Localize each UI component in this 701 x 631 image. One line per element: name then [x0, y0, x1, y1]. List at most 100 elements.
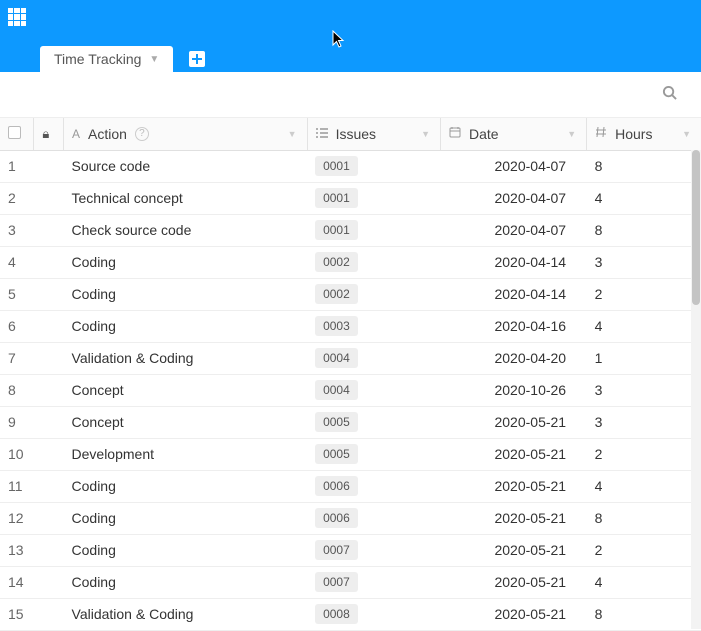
- table-row[interactable]: 8Concept00042020-10-263: [0, 374, 701, 406]
- tab-time-tracking[interactable]: Time Tracking ▼: [40, 46, 173, 72]
- cell-hours[interactable]: 8: [587, 598, 701, 630]
- issue-pill[interactable]: 0008: [315, 604, 358, 625]
- scrollbar-thumb[interactable]: [692, 150, 700, 305]
- header-action[interactable]: A Action ? ▼: [64, 118, 308, 150]
- cell-issues[interactable]: 0005: [307, 406, 440, 438]
- checkbox-icon[interactable]: [8, 126, 21, 139]
- issue-pill[interactable]: 0006: [315, 508, 358, 529]
- table-row[interactable]: 15Validation & Coding00082020-05-218: [0, 598, 701, 630]
- cell-date[interactable]: 2020-04-14: [440, 246, 586, 278]
- cell-issues[interactable]: 0008: [307, 598, 440, 630]
- cell-hours[interactable]: 2: [587, 534, 701, 566]
- cell-issues[interactable]: 0005: [307, 438, 440, 470]
- table-row[interactable]: 11Coding00062020-05-214: [0, 470, 701, 502]
- cell-hours[interactable]: 4: [587, 310, 701, 342]
- cell-issues[interactable]: 0004: [307, 374, 440, 406]
- cell-issues[interactable]: 0006: [307, 502, 440, 534]
- cell-issues[interactable]: 0007: [307, 534, 440, 566]
- issue-pill[interactable]: 0006: [315, 476, 358, 497]
- issue-pill[interactable]: 0007: [315, 540, 358, 561]
- cell-date[interactable]: 2020-05-21: [440, 502, 586, 534]
- cell-date[interactable]: 2020-05-21: [440, 534, 586, 566]
- cell-action[interactable]: Technical concept: [64, 182, 308, 214]
- chevron-down-icon[interactable]: ▼: [421, 129, 430, 139]
- cell-action[interactable]: Coding: [64, 470, 308, 502]
- cell-issues[interactable]: 0003: [307, 310, 440, 342]
- cell-issues[interactable]: 0002: [307, 278, 440, 310]
- cell-hours[interactable]: 2: [587, 278, 701, 310]
- cell-date[interactable]: 2020-05-21: [440, 470, 586, 502]
- cell-action[interactable]: Validation & Coding: [64, 342, 308, 374]
- table-row[interactable]: 12Coding00062020-05-218: [0, 502, 701, 534]
- header-lock[interactable]: 🔒︎: [34, 118, 64, 150]
- header-checkbox[interactable]: [0, 118, 34, 150]
- table-row[interactable]: 6Coding00032020-04-164: [0, 310, 701, 342]
- cell-date[interactable]: 2020-04-14: [440, 278, 586, 310]
- table-row[interactable]: 5Coding00022020-04-142: [0, 278, 701, 310]
- cell-action[interactable]: Validation & Coding: [64, 598, 308, 630]
- cell-action[interactable]: Coding: [64, 278, 308, 310]
- header-date[interactable]: Date ▼: [440, 118, 586, 150]
- cell-date[interactable]: 2020-04-07: [440, 214, 586, 246]
- cell-date[interactable]: 2020-05-21: [440, 598, 586, 630]
- help-icon[interactable]: ?: [135, 127, 149, 141]
- table-row[interactable]: 7Validation & Coding00042020-04-201: [0, 342, 701, 374]
- cell-date[interactable]: 2020-04-07: [440, 150, 586, 182]
- issue-pill[interactable]: 0001: [315, 156, 358, 177]
- cell-action[interactable]: Concept: [64, 374, 308, 406]
- cell-action[interactable]: Source code: [64, 150, 308, 182]
- apps-grid-icon[interactable]: [8, 8, 26, 26]
- cell-hours[interactable]: 8: [587, 150, 701, 182]
- cell-issues[interactable]: 0001: [307, 182, 440, 214]
- cell-date[interactable]: 2020-05-21: [440, 438, 586, 470]
- search-icon[interactable]: [662, 85, 677, 104]
- cell-date[interactable]: 2020-05-21: [440, 566, 586, 598]
- table-row[interactable]: 2Technical concept00012020-04-074: [0, 182, 701, 214]
- cell-action[interactable]: Coding: [64, 246, 308, 278]
- issue-pill[interactable]: 0002: [315, 284, 358, 305]
- chevron-down-icon[interactable]: ▼: [682, 129, 691, 139]
- issue-pill[interactable]: 0004: [315, 380, 358, 401]
- cell-date[interactable]: 2020-05-21: [440, 406, 586, 438]
- cell-hours[interactable]: 4: [587, 566, 701, 598]
- add-tab-button[interactable]: [189, 51, 205, 67]
- issue-pill[interactable]: 0003: [315, 316, 358, 337]
- issue-pill[interactable]: 0004: [315, 348, 358, 369]
- issue-pill[interactable]: 0005: [315, 412, 358, 433]
- table-row[interactable]: 14Coding00072020-05-214: [0, 566, 701, 598]
- cell-date[interactable]: 2020-10-26: [440, 374, 586, 406]
- cell-hours[interactable]: 3: [587, 406, 701, 438]
- table-row[interactable]: 4Coding00022020-04-143: [0, 246, 701, 278]
- cell-hours[interactable]: 4: [587, 182, 701, 214]
- cell-date[interactable]: 2020-04-07: [440, 182, 586, 214]
- chevron-down-icon[interactable]: ▼: [567, 129, 576, 139]
- issue-pill[interactable]: 0007: [315, 572, 358, 593]
- chevron-down-icon[interactable]: ▼: [288, 129, 297, 139]
- cell-issues[interactable]: 0001: [307, 214, 440, 246]
- cell-hours[interactable]: 1: [587, 342, 701, 374]
- cell-action[interactable]: Concept: [64, 406, 308, 438]
- cell-hours[interactable]: 2: [587, 438, 701, 470]
- cell-action[interactable]: Check source code: [64, 214, 308, 246]
- cell-action[interactable]: Coding: [64, 310, 308, 342]
- cell-hours[interactable]: 4: [587, 470, 701, 502]
- table-row[interactable]: 9Concept00052020-05-213: [0, 406, 701, 438]
- header-hours[interactable]: Hours ▼: [587, 118, 701, 150]
- issue-pill[interactable]: 0001: [315, 220, 358, 241]
- cell-action[interactable]: Coding: [64, 534, 308, 566]
- vertical-scrollbar[interactable]: [691, 150, 701, 629]
- cell-hours[interactable]: 8: [587, 214, 701, 246]
- issue-pill[interactable]: 0005: [315, 444, 358, 465]
- chevron-down-icon[interactable]: ▼: [149, 54, 159, 65]
- cell-date[interactable]: 2020-04-20: [440, 342, 586, 374]
- cell-action[interactable]: Development: [64, 438, 308, 470]
- cell-hours[interactable]: 3: [587, 246, 701, 278]
- cell-issues[interactable]: 0007: [307, 566, 440, 598]
- cell-action[interactable]: Coding: [64, 566, 308, 598]
- cell-issues[interactable]: 0002: [307, 246, 440, 278]
- cell-date[interactable]: 2020-04-16: [440, 310, 586, 342]
- cell-issues[interactable]: 0006: [307, 470, 440, 502]
- header-issues[interactable]: Issues ▼: [307, 118, 440, 150]
- issue-pill[interactable]: 0001: [315, 188, 358, 209]
- cell-action[interactable]: Coding: [64, 502, 308, 534]
